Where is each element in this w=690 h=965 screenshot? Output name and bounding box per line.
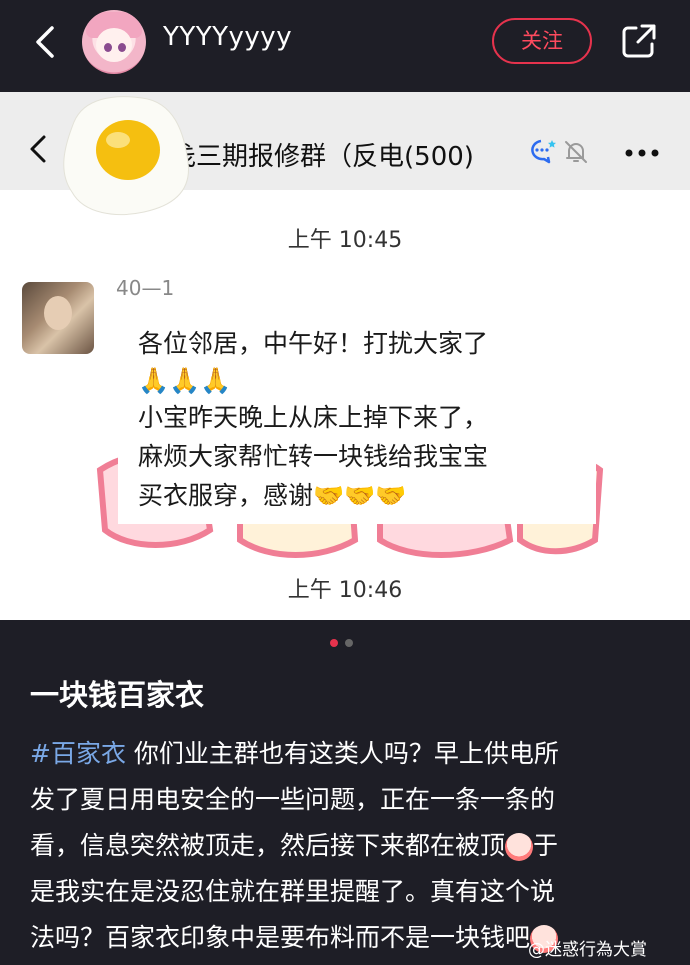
post-image[interactable]: 戋三期报修群（反电(500) 上午 10:45 40—1 各位邻居，中午好！打扰…: [0, 92, 690, 620]
fried-egg-sticker: [63, 96, 189, 215]
post-text-line: #百家衣 你们业主群也有这类人吗？早上供电所: [30, 739, 559, 768]
username[interactable]: YYYYyyyy: [163, 22, 292, 52]
back-arrow-icon[interactable]: [26, 22, 66, 62]
post-title: 一块钱百家衣: [30, 678, 205, 712]
group-chat-icon: [531, 139, 556, 164]
hashtag-link[interactable]: #百家衣: [30, 739, 126, 768]
watermark: @迷惑行為大賞: [528, 940, 647, 960]
message-line: 各位邻居，中午好！打扰大家了: [138, 329, 489, 358]
post-text-line: 发了夏日用电安全的一些问题，正在一条一条的: [30, 785, 556, 814]
user-avatar[interactable]: [82, 10, 146, 74]
member-count: (500): [404, 142, 474, 172]
sender-name: 40—1: [116, 276, 175, 300]
more-icon: [625, 149, 659, 157]
message-line: 小宝昨天晚上从床上掉下来了，: [138, 403, 489, 432]
bell-muted-icon: [565, 141, 587, 163]
post-text-line: 法吗？百家衣印象中是要布料而不是一块钱吧: [30, 918, 559, 954]
timestamp: 上午 10:46: [287, 578, 403, 603]
message-line: 麻烦大家帮忙转一块钱给我宝宝: [138, 442, 489, 471]
post-text-line: 是我实在是没忍住就在群里提醒了。真有这个说: [30, 877, 556, 906]
group-title: 戋三期报修群（反电(500): [170, 142, 474, 172]
timestamp: 上午 10:45: [287, 228, 403, 253]
sender-avatar: [22, 282, 94, 354]
post-text-line: 看，信息突然被顶走，然后接下来都在被顶于: [30, 831, 559, 861]
crying-face-icon: [505, 833, 534, 861]
follow-button[interactable]: 关注: [492, 18, 592, 64]
pager-dot[interactable]: [345, 639, 353, 647]
message-line: 🙏🙏🙏: [138, 366, 232, 395]
pager-dot-active[interactable]: [330, 639, 338, 647]
message-line: 买衣服穿，感谢🤝🤝🤝: [138, 481, 407, 510]
top-bar: YYYYyyyy 关注: [0, 0, 690, 92]
chevron-left-icon: [30, 135, 46, 163]
share-icon[interactable]: [620, 22, 658, 60]
